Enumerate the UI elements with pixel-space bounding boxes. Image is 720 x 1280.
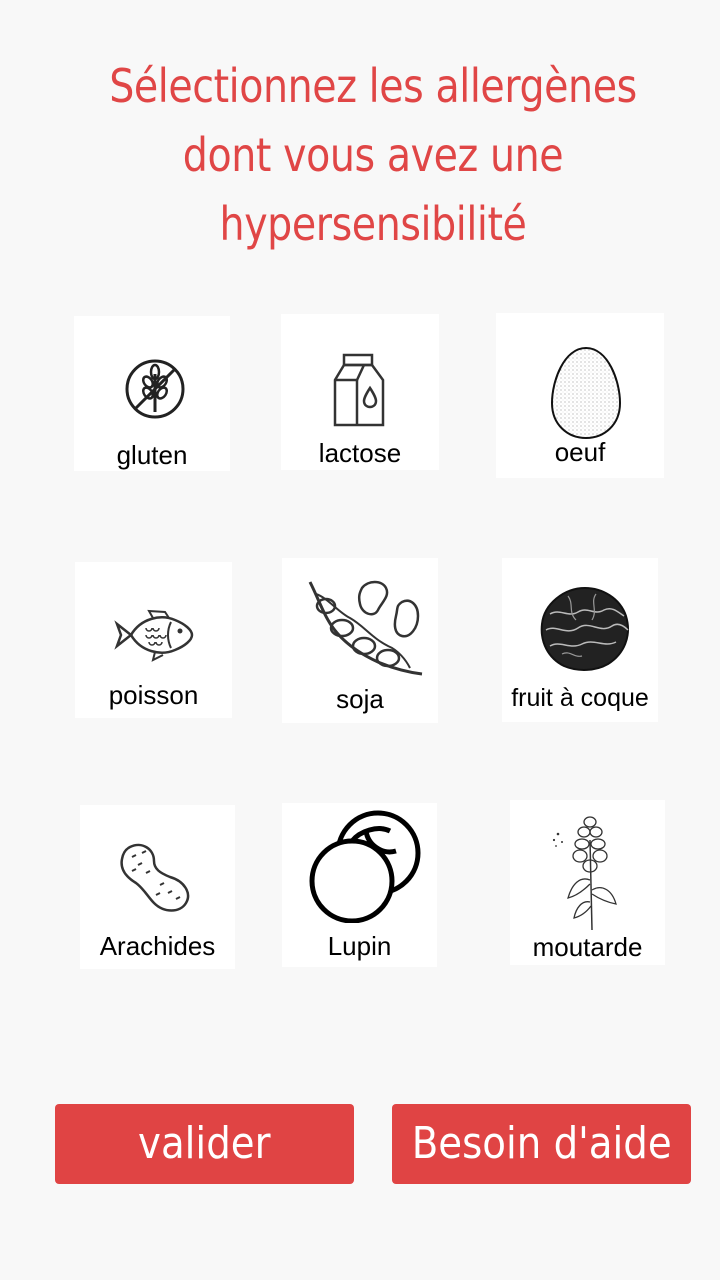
mustard-plant-icon [552, 816, 617, 931]
allergen-label: oeuf [554, 437, 606, 467]
validate-button-label: valider [138, 1118, 271, 1169]
peanut-icon [120, 843, 190, 912]
help-button[interactable]: Besoin d'aide [392, 1104, 691, 1184]
allergen-label: lactose [318, 438, 402, 468]
walnut-icon [540, 586, 629, 671]
allergen-tile-poisson[interactable]: poisson [75, 562, 232, 718]
fish-icon [114, 609, 194, 662]
allergen-tile-arachides[interactable]: Arachides [80, 805, 235, 969]
soybean-icon [308, 580, 423, 676]
allergen-tile-lupin[interactable]: Lupin [282, 803, 437, 967]
allergen-label: Arachides [99, 931, 216, 961]
lupin-icon [309, 810, 421, 923]
allergen-label: moutarde [532, 932, 643, 962]
allergen-label: soja [336, 684, 384, 714]
allergen-label: poisson [108, 680, 199, 710]
allergen-tile-oeuf[interactable]: oeuf [496, 313, 664, 478]
page-title: Sélectionnez les allergènes dont vous av… [87, 52, 660, 259]
title-line-1: Sélectionnez les allergènes [109, 59, 637, 113]
allergen-tile-lactose[interactable]: lactose [281, 314, 439, 470]
help-button-label: Besoin d'aide [411, 1118, 672, 1169]
allergen-tile-moutarde[interactable]: moutarde [510, 800, 665, 965]
allergen-label: fruit à coque [511, 684, 649, 712]
title-line-3: hypersensibilité [219, 197, 527, 251]
allergen-label: gluten [116, 440, 188, 470]
validate-button[interactable]: valider [55, 1104, 354, 1184]
wheat-crossed-icon [125, 359, 185, 419]
title-line-2: dont vous avez une [182, 128, 564, 182]
allergen-tile-fruit-a-coque[interactable]: fruit à coque [502, 558, 658, 722]
milk-carton-icon [333, 353, 385, 427]
allergen-label: Lupin [327, 931, 392, 961]
egg-icon [550, 346, 622, 440]
allergen-tile-soja[interactable]: soja [282, 558, 438, 723]
allergen-tile-gluten[interactable]: gluten [74, 316, 230, 471]
